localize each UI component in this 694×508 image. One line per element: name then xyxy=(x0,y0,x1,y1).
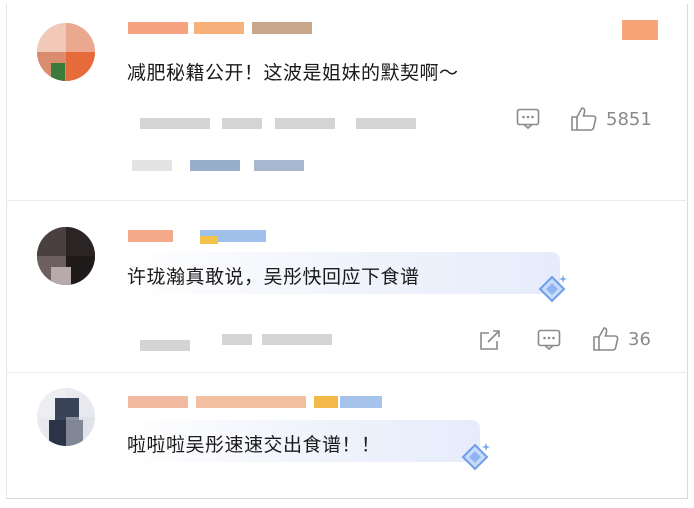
like-button[interactable]: 5851 xyxy=(570,106,652,132)
divider xyxy=(6,200,688,201)
top-right-tag xyxy=(622,20,658,40)
like-count: 36 xyxy=(628,328,651,350)
thumbs-up-icon xyxy=(592,326,620,352)
comment-button[interactable] xyxy=(537,329,561,351)
share-icon xyxy=(478,328,502,352)
comment-icon xyxy=(537,329,561,351)
comment-button[interactable] xyxy=(516,108,540,130)
thumbs-up-icon xyxy=(570,106,598,132)
comment-text: 啦啦啦吴彤速速交出食谱！！ xyxy=(127,434,381,456)
comment-icon xyxy=(516,108,540,130)
divider xyxy=(6,372,688,373)
like-button[interactable]: 36 xyxy=(592,326,651,352)
avatar[interactable] xyxy=(37,227,95,285)
like-count: 5851 xyxy=(606,108,652,130)
avatar[interactable] xyxy=(37,388,95,446)
comment-text: 许珑瀚真敢说，吴彤快回应下食谱 xyxy=(127,266,420,288)
diamond-badge-icon xyxy=(535,272,569,310)
avatar[interactable] xyxy=(37,23,95,81)
comment-text: 减肥秘籍公开！这波是姐妹的默契啊～ xyxy=(127,62,459,84)
diamond-badge-icon xyxy=(458,440,492,478)
share-button[interactable] xyxy=(478,328,502,352)
